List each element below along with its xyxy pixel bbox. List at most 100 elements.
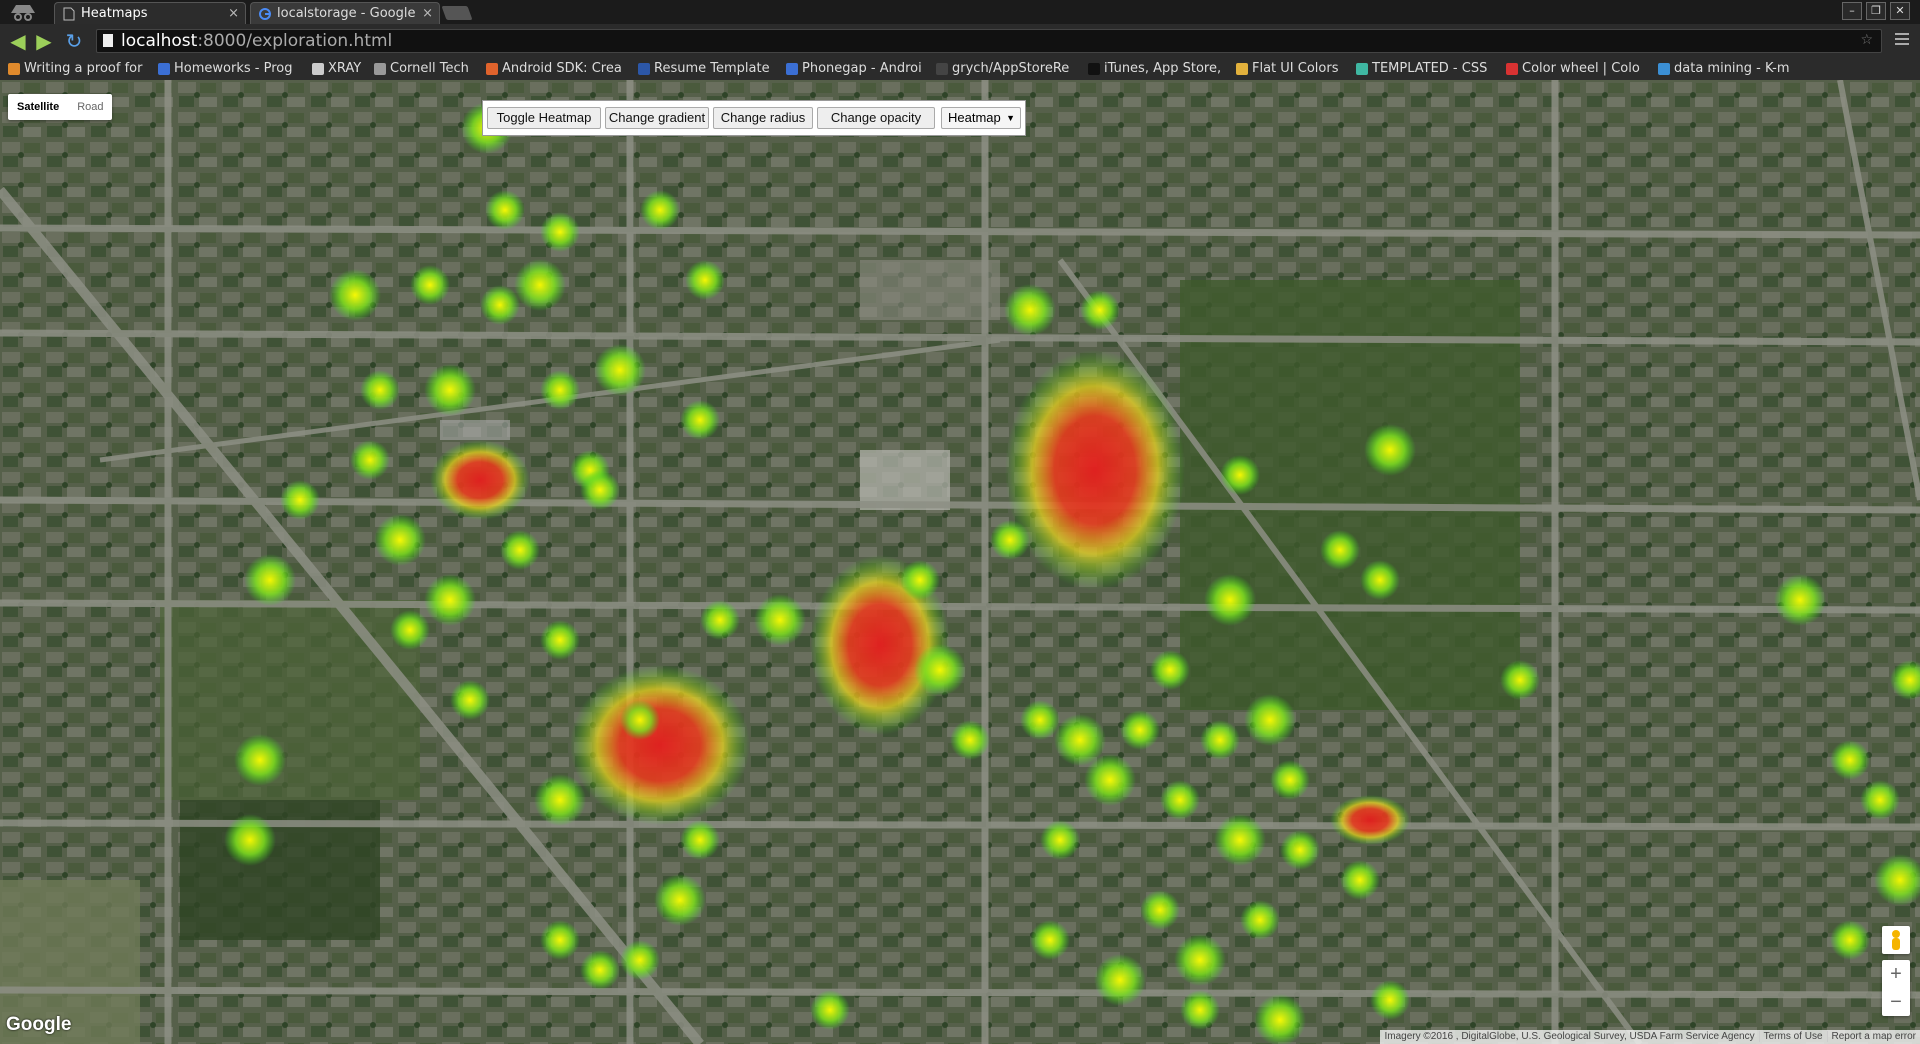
heatmap-point: [410, 265, 450, 305]
minimize-button[interactable]: –: [1842, 2, 1862, 20]
bookmark-label: Cornell Tech: [390, 61, 469, 76]
change-gradient-button[interactable]: Change gradient: [605, 107, 709, 129]
heatmap-point: [534, 774, 586, 826]
heatmap-hotspot: [1330, 795, 1410, 845]
zoom-in-button[interactable]: +: [1882, 960, 1910, 988]
bookmark-item[interactable]: Writing a proof for: [6, 58, 146, 80]
change-radius-button[interactable]: Change radius: [713, 107, 813, 129]
bookmark-item[interactable]: Color wheel | Colo: [1504, 58, 1650, 80]
map-canvas[interactable]: Satellite Road Toggle Heatmap Change grad…: [0, 80, 1920, 1044]
close-tab-icon[interactable]: ×: [422, 3, 433, 24]
new-tab-button[interactable]: [441, 6, 473, 20]
bookmark-item[interactable]: XRAY: [310, 58, 366, 80]
reload-icon[interactable]: ↻: [62, 29, 86, 53]
close-window-button[interactable]: ✕: [1890, 2, 1910, 20]
bookmark-favicon-icon: [158, 63, 170, 75]
zoom-out-button[interactable]: −: [1882, 988, 1910, 1016]
heatmap-point: [580, 470, 620, 510]
bookmark-item[interactable]: Resume Template: [636, 58, 778, 80]
heatmap-point: [1094, 954, 1146, 1006]
bookmark-label: Resume Template: [654, 61, 770, 76]
restore-button[interactable]: ❐: [1866, 2, 1886, 20]
bookmark-star-icon[interactable]: ☆: [1860, 32, 1873, 48]
heatmap-point: [914, 644, 966, 696]
heatmap-point: [480, 285, 520, 325]
heatmap-point: [680, 400, 720, 440]
heatmap-point: [1160, 780, 1200, 820]
satellite-imagery: [0, 80, 1920, 1044]
bookmark-item[interactable]: Android SDK: Crea: [484, 58, 630, 80]
toggle-heatmap-button[interactable]: Toggle Heatmap: [487, 107, 601, 129]
heatmap-point: [540, 212, 580, 252]
heatmap-point: [1180, 990, 1220, 1030]
bookmark-item[interactable]: Cornell Tech: [372, 58, 478, 80]
incognito-icon: [11, 5, 35, 21]
floating-panel: Toggle Heatmap Change gradient Change ra…: [482, 100, 1026, 136]
satellite-button[interactable]: Satellite: [8, 94, 68, 120]
heatmap-point: [700, 600, 740, 640]
bookmark-favicon-icon: [1088, 63, 1100, 75]
bookmark-label: Flat UI Colors: [1252, 61, 1339, 76]
heatmap-point: [1020, 700, 1060, 740]
heatmap-point: [1150, 650, 1190, 690]
heatmap-point: [500, 530, 540, 570]
bookmark-favicon-icon: [1506, 63, 1518, 75]
close-tab-icon[interactable]: ×: [228, 3, 239, 24]
change-opacity-button[interactable]: Change opacity: [817, 107, 935, 129]
heatmap-point: [654, 874, 706, 926]
heatmap-point: [450, 680, 490, 720]
terms-link[interactable]: Terms of Use: [1758, 1031, 1827, 1042]
heatmap-point: [1340, 860, 1380, 900]
back-icon[interactable]: ◀: [6, 29, 30, 53]
forward-icon[interactable]: ▶: [32, 29, 56, 53]
heatmap-point: [1830, 740, 1870, 780]
bookmark-item[interactable]: grych/AppStoreRe: [934, 58, 1080, 80]
bookmark-item[interactable]: iTunes, App Store,: [1086, 58, 1230, 80]
heatmap-point: [594, 344, 646, 396]
tab-localstorage[interactable]: localstorage - Google ×: [250, 2, 440, 24]
heatmap-point: [390, 610, 430, 650]
heatmap-point: [1370, 980, 1410, 1020]
heatmap-point: [1120, 710, 1160, 750]
heatmap-point: [1220, 455, 1260, 495]
layer-select[interactable]: Heatmap ▼: [941, 107, 1021, 129]
tab-heatmaps[interactable]: Heatmaps ×: [54, 2, 246, 24]
bookmark-item[interactable]: TEMPLATED - CSS: [1354, 58, 1498, 80]
heatmap-point: [1054, 714, 1106, 766]
bookmark-label: TEMPLATED - CSS: [1372, 61, 1488, 76]
report-error-link[interactable]: Report a map error: [1826, 1031, 1920, 1042]
url-text: localhost:8000/exploration.html: [121, 31, 393, 51]
heatmap-point: [1140, 890, 1180, 930]
heatmap-point: [1774, 574, 1826, 626]
heatmap-point: [224, 814, 276, 866]
bookmark-label: Phonegap - Androi: [802, 61, 922, 76]
heatmap-point: [329, 269, 381, 321]
address-bar[interactable]: localhost:8000/exploration.html ☆: [96, 29, 1882, 53]
bookmark-item[interactable]: Phonegap - Androi: [784, 58, 928, 80]
heatmap-point: [1240, 900, 1280, 940]
bookmark-label: data mining - K-m: [1674, 61, 1790, 76]
pegman-icon[interactable]: [1882, 926, 1910, 954]
page-icon: [103, 34, 113, 47]
bookmarks-bar: Writing a proof for Homeworks - Prog XRAY C…: [0, 58, 1920, 80]
bookmark-item[interactable]: data mining - K-m: [1656, 58, 1796, 80]
heatmap-point: [1030, 920, 1070, 960]
google-logo: Google: [6, 1014, 72, 1035]
bookmark-item[interactable]: Flat UI Colors: [1234, 58, 1350, 80]
heatmap-point: [754, 594, 806, 646]
heatmap-hotspot: [1005, 350, 1185, 590]
bookmark-item[interactable]: Homeworks - Prog: [156, 58, 306, 80]
road-button[interactable]: Road: [68, 94, 112, 120]
bookmark-favicon-icon: [1356, 63, 1368, 75]
heatmap-point: [540, 920, 580, 960]
bookmark-favicon-icon: [8, 63, 20, 75]
heatmap-point: [1860, 780, 1900, 820]
menu-icon[interactable]: [1894, 32, 1910, 46]
bookmark-favicon-icon: [1236, 63, 1248, 75]
map-attribution: Imagery ©2016 , DigitalGlobe, U.S. Geolo…: [1380, 1030, 1920, 1044]
heatmap-point: [1280, 830, 1320, 870]
heatmap-point: [1320, 530, 1360, 570]
map-type-control: Satellite Road: [8, 94, 113, 120]
heatmap-point: [1500, 660, 1540, 700]
heatmap-point: [540, 370, 580, 410]
